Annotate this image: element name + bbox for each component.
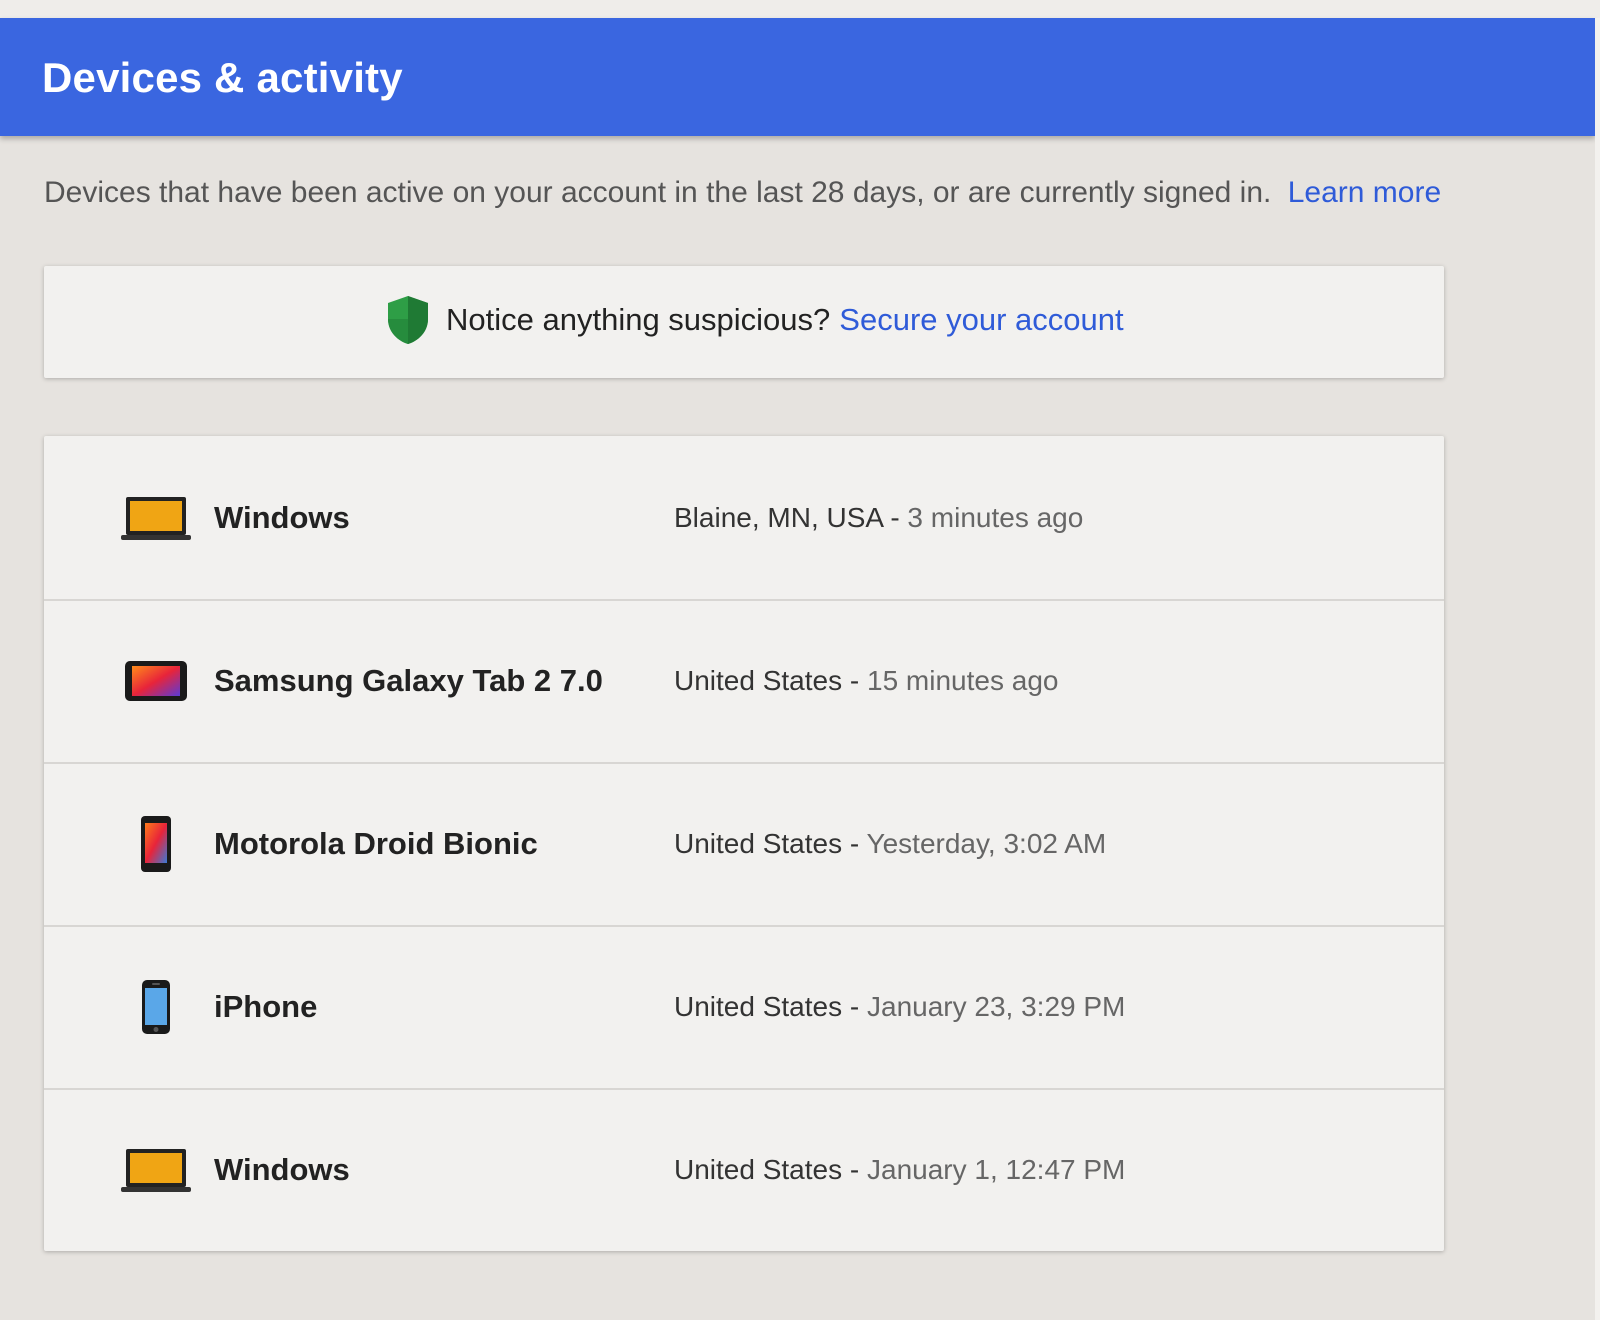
device-activity: United States - Yesterday, 3:02 AM	[674, 828, 1106, 860]
device-separator: -	[890, 501, 900, 533]
notice-text: Notice anything suspicious?	[446, 302, 831, 337]
device-location: United States	[674, 827, 843, 859]
device-activity: United States - January 1, 12:47 PM	[674, 1154, 1125, 1186]
intro-description: Devices that have been active on your ac…	[44, 176, 1272, 209]
device-name: Samsung Galaxy Tab 2 7.0	[214, 662, 603, 698]
device-location: United States	[674, 664, 843, 696]
device-name: Motorola Droid Bionic	[214, 825, 538, 861]
device-activity: Blaine, MN, USA - 3 minutes ago	[674, 502, 1083, 534]
device-last-active: 3 minutes ago	[907, 501, 1084, 533]
device-row[interactable]: iPhone United States - January 23, 3:29 …	[44, 925, 1444, 1090]
device-row[interactable]: Windows Blaine, MN, USA - 3 minutes ago	[44, 436, 1444, 601]
device-separator: -	[849, 1153, 860, 1185]
device-row[interactable]: Samsung Galaxy Tab 2 7.0 United States -…	[44, 599, 1444, 764]
laptop-icon	[120, 488, 192, 548]
learn-more-link[interactable]: Learn more	[1288, 176, 1441, 209]
notice-content: Notice anything suspicious? Secure your …	[384, 294, 1124, 346]
device-last-active: January 1, 12:47 PM	[867, 1153, 1126, 1185]
device-separator: -	[849, 827, 860, 859]
page-title: Devices & activity	[42, 54, 403, 101]
laptop-icon	[120, 1140, 192, 1200]
secure-account-link[interactable]: Secure your account	[839, 302, 1123, 338]
device-location: Blaine, MN, USA	[674, 501, 883, 533]
device-name: Windows	[214, 1151, 350, 1187]
device-list: Windows Blaine, MN, USA - 3 minutes ago	[44, 436, 1444, 1251]
device-name: iPhone	[214, 988, 318, 1024]
device-last-active: Yesterday, 3:02 AM	[866, 827, 1107, 859]
iphone-icon	[120, 977, 192, 1037]
device-location: United States	[674, 990, 843, 1022]
tablet-icon	[120, 651, 192, 711]
device-last-active: 15 minutes ago	[867, 664, 1059, 696]
intro-text: Devices that have been active on your ac…	[44, 176, 1441, 210]
device-row[interactable]: Windows United States - January 1, 12:47…	[44, 1088, 1444, 1251]
device-separator: -	[849, 664, 860, 696]
shield-icon	[388, 296, 428, 344]
device-row[interactable]: Motorola Droid Bionic United States - Ye…	[44, 762, 1444, 927]
page-header: Devices & activity	[0, 18, 1595, 136]
device-activity: United States - 15 minutes ago	[674, 665, 1058, 697]
top-strip	[0, 0, 1600, 18]
device-last-active: January 23, 3:29 PM	[867, 990, 1126, 1022]
device-activity: United States - January 23, 3:29 PM	[674, 991, 1125, 1023]
right-edge	[1595, 18, 1600, 1320]
device-location: United States	[674, 1153, 843, 1185]
android-phone-icon	[120, 814, 192, 874]
device-separator: -	[849, 990, 860, 1022]
device-name: Windows	[214, 499, 350, 535]
notice-card: Notice anything suspicious? Secure your …	[44, 266, 1444, 378]
